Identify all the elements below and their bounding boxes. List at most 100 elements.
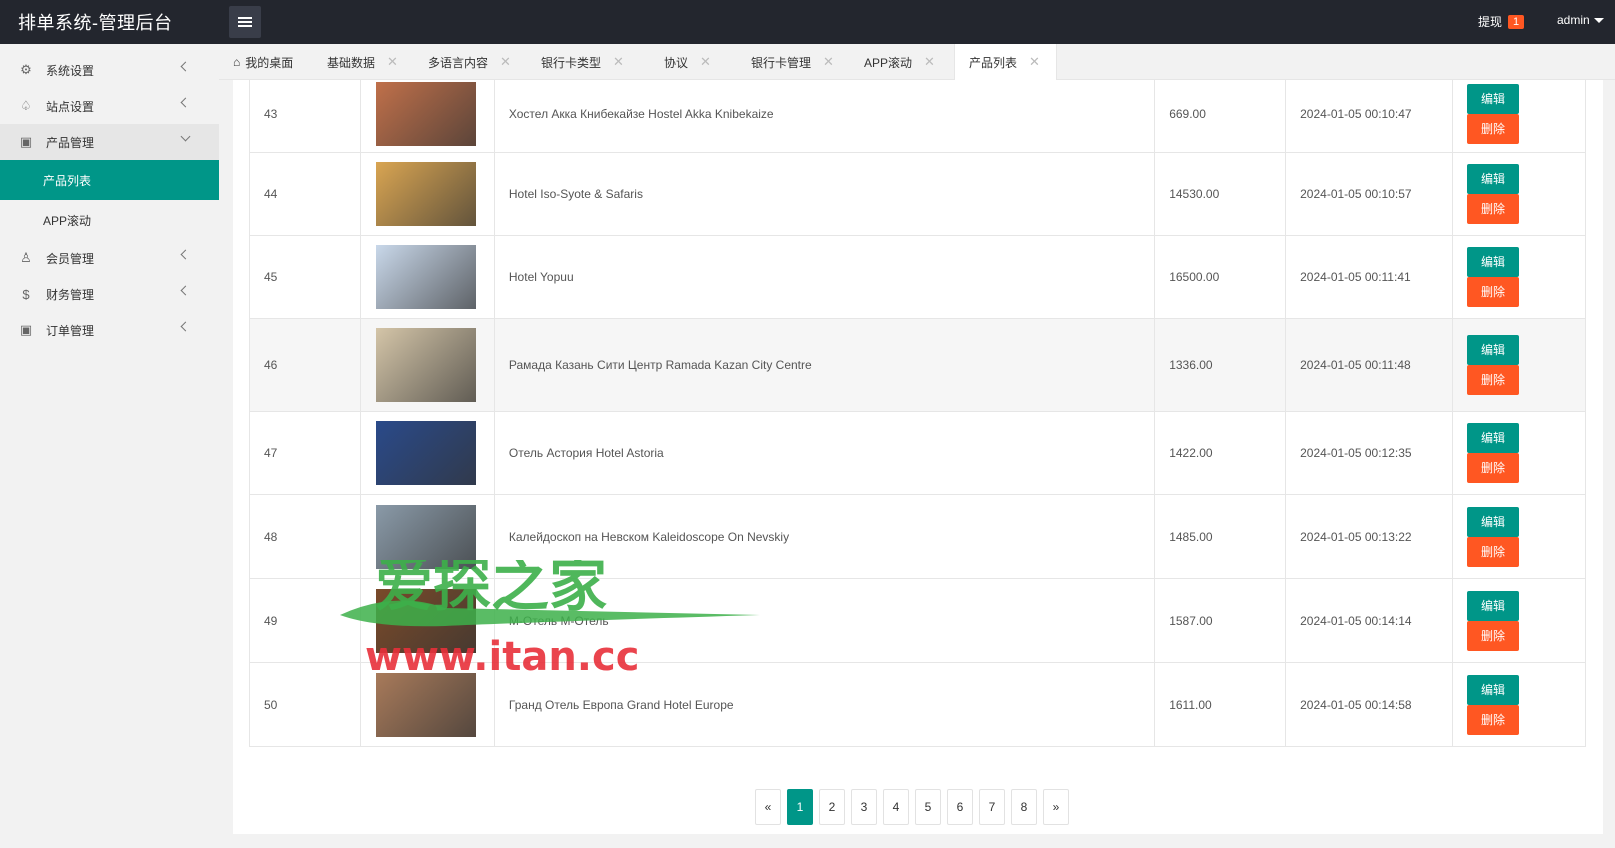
- page-8-button[interactable]: 8: [1011, 789, 1037, 825]
- edit-button[interactable]: 编辑: [1467, 590, 1520, 621]
- delete-button[interactable]: 删除: [1467, 620, 1520, 651]
- sidebar-subitem-app-scroll[interactable]: APP滚动: [0, 200, 219, 240]
- cell-price: 1336.00: [1154, 318, 1287, 412]
- tab-agreement[interactable]: 协议 ✕: [650, 44, 737, 80]
- cell-price: 14530.00: [1154, 152, 1287, 236]
- tab-bar: ⌂ 我的桌面 基础数据 ✕ 多语言内容 ✕ 银行卡类型 ✕ 协议 ✕ 银行卡管理 ✕ AP…: [219, 44, 1615, 81]
- sidebar-item-site-settings[interactable]: ♤ 站点设置: [0, 88, 219, 124]
- cell-id: 46: [249, 318, 361, 412]
- tab-label: APP滚动: [864, 55, 913, 70]
- cell-id: 44: [249, 152, 361, 236]
- product-thumbnail: [375, 588, 476, 653]
- cell-name: Хостел Акка Книбекайзе Hostel Akka Knibe…: [493, 80, 1156, 153]
- hamburger-icon: [238, 17, 252, 27]
- page-6-button[interactable]: 6: [947, 789, 973, 825]
- cell-id: 45: [249, 235, 361, 319]
- table-row: 45 Hotel Yopuu 16500.00 2024-01-05 00:11:41…: [249, 235, 1586, 319]
- sidebar-subitem-product-list[interactable]: 产品列表: [0, 160, 219, 200]
- close-icon[interactable]: ✕: [613, 54, 624, 70]
- close-icon[interactable]: ✕: [500, 54, 511, 70]
- cell-id: 43: [249, 80, 361, 153]
- chevron-left-icon: [180, 97, 191, 108]
- cell-time: 2024-01-05 00:12:35: [1285, 411, 1453, 495]
- tab-multilang[interactable]: 多语言内容 ✕: [414, 44, 527, 80]
- tab-label: 基础数据: [327, 55, 376, 70]
- sidebar-item-finance-management[interactable]: $ 财务管理: [0, 276, 219, 312]
- cell-actions: 编辑删除: [1452, 235, 1586, 319]
- user-menu[interactable]: admin: [1557, 13, 1604, 27]
- menu-toggle-button[interactable]: [229, 6, 261, 38]
- cell-name: Hotel Iso-Syote & Safaris: [493, 152, 1156, 236]
- box-icon: ▣: [19, 322, 33, 337]
- cell-image: [359, 80, 495, 153]
- page-5-button[interactable]: 5: [915, 789, 941, 825]
- close-icon[interactable]: ✕: [700, 54, 711, 70]
- withdraw-link[interactable]: 提现 1: [1478, 13, 1525, 30]
- delete-button[interactable]: 删除: [1467, 194, 1520, 224]
- delete-button[interactable]: 删除: [1467, 277, 1520, 307]
- edit-button[interactable]: 编辑: [1467, 423, 1520, 453]
- close-icon[interactable]: ✕: [387, 54, 398, 70]
- delete-button[interactable]: 删除: [1467, 113, 1520, 144]
- tab-product-list[interactable]: 产品列表 ✕: [954, 44, 1057, 81]
- delete-button[interactable]: 删除: [1467, 453, 1520, 483]
- caret-down-icon: [1593, 17, 1604, 23]
- edit-button[interactable]: 编辑: [1467, 83, 1520, 114]
- product-table: 43 Хостел Акка Книбекайзе Hostel Akka Kni…: [249, 80, 1586, 747]
- page-3-button[interactable]: 3: [851, 789, 877, 825]
- cell-price: 1587.00: [1154, 578, 1287, 663]
- delete-button[interactable]: 删除: [1467, 704, 1520, 735]
- edit-button[interactable]: 编辑: [1467, 247, 1520, 277]
- edit-button[interactable]: 编辑: [1467, 674, 1520, 705]
- delete-button[interactable]: 删除: [1467, 365, 1520, 395]
- tab-bank-card-type[interactable]: 银行卡类型 ✕: [527, 44, 650, 80]
- edit-button[interactable]: 编辑: [1467, 335, 1520, 365]
- cell-name: Отель Астория Hotel Astoria: [493, 411, 1156, 495]
- product-thumbnail: [375, 328, 476, 402]
- page-2-button[interactable]: 2: [819, 789, 845, 825]
- chevron-left-icon: [180, 249, 191, 260]
- top-header: 排单系统-管理后台 提现 1 admin: [0, 0, 1615, 44]
- cell-actions: 编辑删除: [1452, 152, 1586, 236]
- page-4-button[interactable]: 4: [883, 789, 909, 825]
- close-icon[interactable]: ✕: [1029, 54, 1040, 70]
- page-7-button[interactable]: 7: [979, 789, 1005, 825]
- sidebar-item-product-management[interactable]: ▣ 产品管理: [0, 124, 219, 160]
- cell-image: [359, 578, 495, 663]
- app-title: 排单系统-管理后台: [18, 13, 173, 33]
- delete-button[interactable]: 删除: [1467, 536, 1520, 567]
- cell-name: Рамада Казань Сити Центр Ramada Kazan Ci…: [493, 318, 1156, 412]
- cell-name: М-Отель М-Отель: [493, 578, 1156, 663]
- cell-time: 2024-01-05 00:10:47: [1285, 80, 1453, 153]
- prev-page-button[interactable]: «: [755, 789, 781, 825]
- sidebar-item-label: 产品管理: [46, 135, 95, 150]
- tab-my-desktop[interactable]: ⌂ 我的桌面: [219, 44, 313, 80]
- close-icon[interactable]: ✕: [823, 54, 834, 70]
- cell-id: 47: [249, 411, 361, 495]
- sidebar-item-system-settings[interactable]: ⚙ 系统设置: [0, 52, 219, 88]
- cell-image: [359, 662, 495, 747]
- tab-label: 产品列表: [969, 55, 1018, 70]
- user-icon: ♙: [20, 250, 32, 265]
- cell-actions: 编辑删除: [1452, 662, 1586, 747]
- cell-time: 2024-01-05 00:11:48: [1285, 318, 1453, 412]
- cell-time: 2024-01-05 00:10:57: [1285, 152, 1453, 236]
- edit-button[interactable]: 编辑: [1467, 506, 1520, 537]
- sidebar-item-order-management[interactable]: ▣ 订单管理: [0, 312, 219, 348]
- sidebar-item-member-management[interactable]: ♙ 会员管理: [0, 240, 219, 276]
- pagination: «1 2 3 4 5 6 7 8»: [755, 789, 1069, 825]
- close-icon[interactable]: ✕: [924, 54, 935, 70]
- tab-basic-data[interactable]: 基础数据 ✕: [313, 44, 414, 80]
- next-page-button[interactable]: »: [1043, 789, 1069, 825]
- cell-price: 1611.00: [1154, 662, 1287, 747]
- edit-button[interactable]: 编辑: [1467, 164, 1520, 194]
- cell-price: 1485.00: [1154, 494, 1287, 579]
- cell-price: 1422.00: [1154, 411, 1287, 495]
- tab-app-scroll[interactable]: APP滚动 ✕: [850, 44, 954, 80]
- product-thumbnail: [375, 81, 476, 146]
- product-thumbnail: [375, 421, 476, 485]
- product-thumbnail: [375, 162, 476, 226]
- tab-bank-card-management[interactable]: 银行卡管理 ✕: [737, 44, 850, 80]
- user-name: admin: [1557, 13, 1590, 27]
- page-1-button[interactable]: 1: [787, 789, 813, 825]
